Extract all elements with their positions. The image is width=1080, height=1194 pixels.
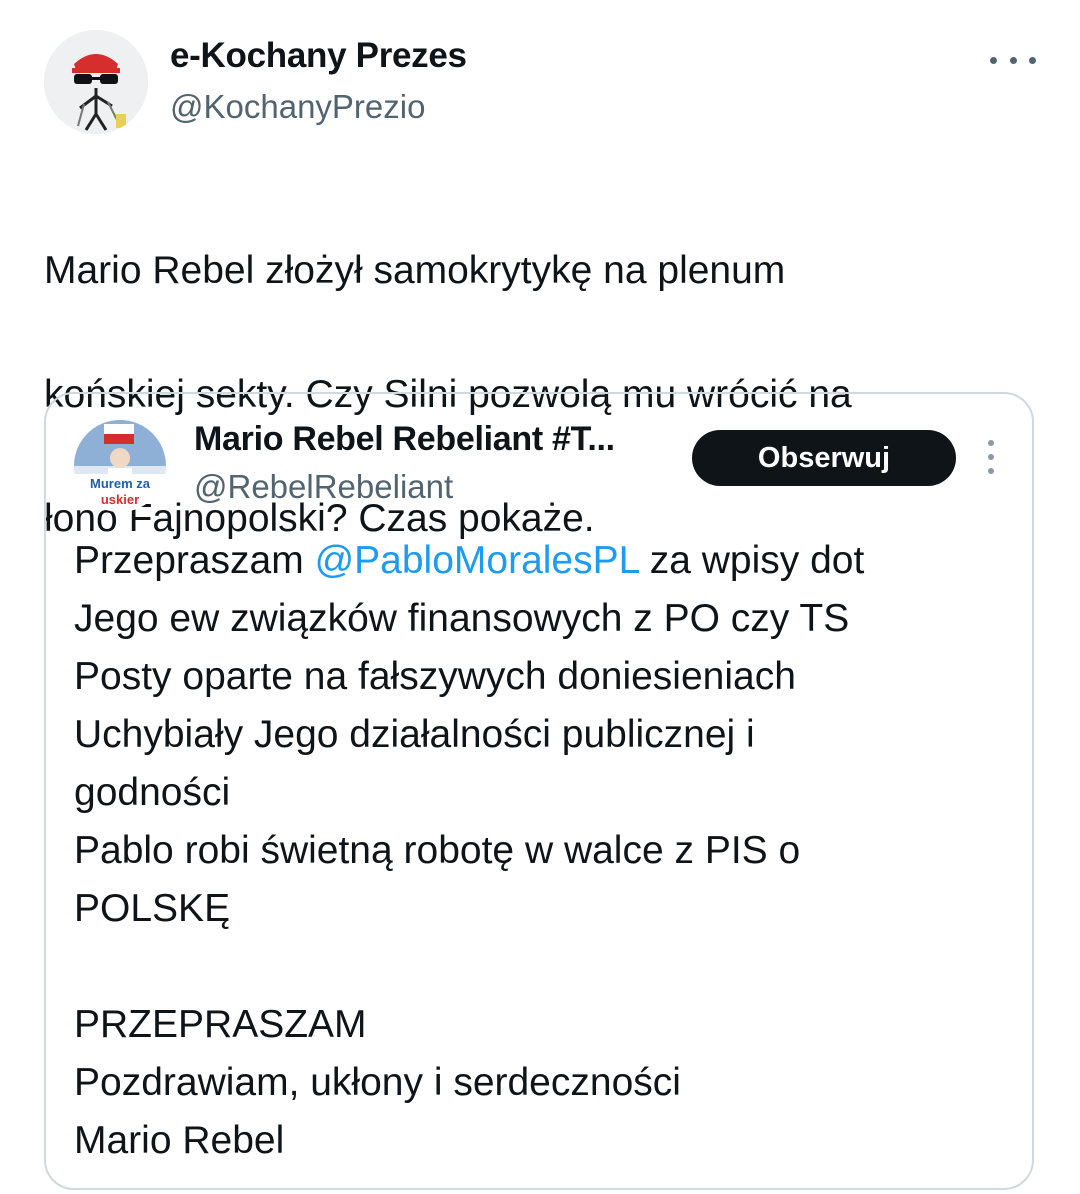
quoted-text-suffix: za wpisy dot xyxy=(638,539,865,582)
quoted-text-line: Posty oparte na fałszywych doniesieniach xyxy=(74,655,796,698)
author-avatar[interactable] xyxy=(44,30,148,134)
cartoon-avatar-icon xyxy=(44,30,148,134)
quoted-text-line: Pozdrawiam, ukłony i serdeczności xyxy=(74,1061,681,1104)
tweet-text-line: Mario Rebel złożył samokrytykę na plenum xyxy=(44,249,786,292)
quoted-avatar-text-top: Murem za xyxy=(90,476,151,491)
quoted-avatar-text-bottom: uskier xyxy=(101,492,139,507)
quoted-tweet-text: Przepraszam @PabloMoralesPL za wpisy dot… xyxy=(74,532,1014,1170)
mention-link[interactable]: @PabloMoralesPL xyxy=(315,539,639,582)
quoted-text-line: Przepraszam @PabloMoralesPL za wpisy dot xyxy=(74,532,1014,590)
quoted-text-line: Uchybiały Jego działalności publicznej i xyxy=(74,713,755,756)
quoted-text-line: godności xyxy=(74,771,231,814)
quoted-more-options-icon[interactable] xyxy=(986,440,996,474)
quoted-text-prefix: Przepraszam xyxy=(74,539,315,582)
follow-button[interactable]: Obserwuj xyxy=(692,430,956,486)
quoted-handle[interactable]: @RebelRebeliant xyxy=(194,468,453,506)
quoted-text-line: PRZEPRASZAM xyxy=(74,1003,367,1046)
quoted-text-line: Mario Rebel xyxy=(74,1119,285,1162)
quoted-text-line: POLSKĘ xyxy=(74,887,231,930)
quoted-avatar-image: Murem za uskier xyxy=(74,420,166,512)
author-display-name[interactable]: e-Kochany Prezes xyxy=(170,36,467,76)
quoted-author-avatar[interactable]: Murem za uskier xyxy=(74,420,166,512)
quoted-display-name[interactable]: Mario Rebel Rebeliant #T... xyxy=(194,420,615,459)
quoted-text-line: Jego ew związków finansowych z PO czy TS xyxy=(74,597,850,640)
quoted-text-line xyxy=(74,938,1014,996)
quoted-tweet-card[interactable]: Murem za uskier Mario Rebel Rebeliant #T… xyxy=(44,392,1034,1190)
quoted-text-line: Pablo robi świetną robotę w walce z PIS … xyxy=(74,829,801,872)
author-handle[interactable]: @KochanyPrezio xyxy=(170,88,425,126)
more-options-icon[interactable] xyxy=(990,50,1036,70)
